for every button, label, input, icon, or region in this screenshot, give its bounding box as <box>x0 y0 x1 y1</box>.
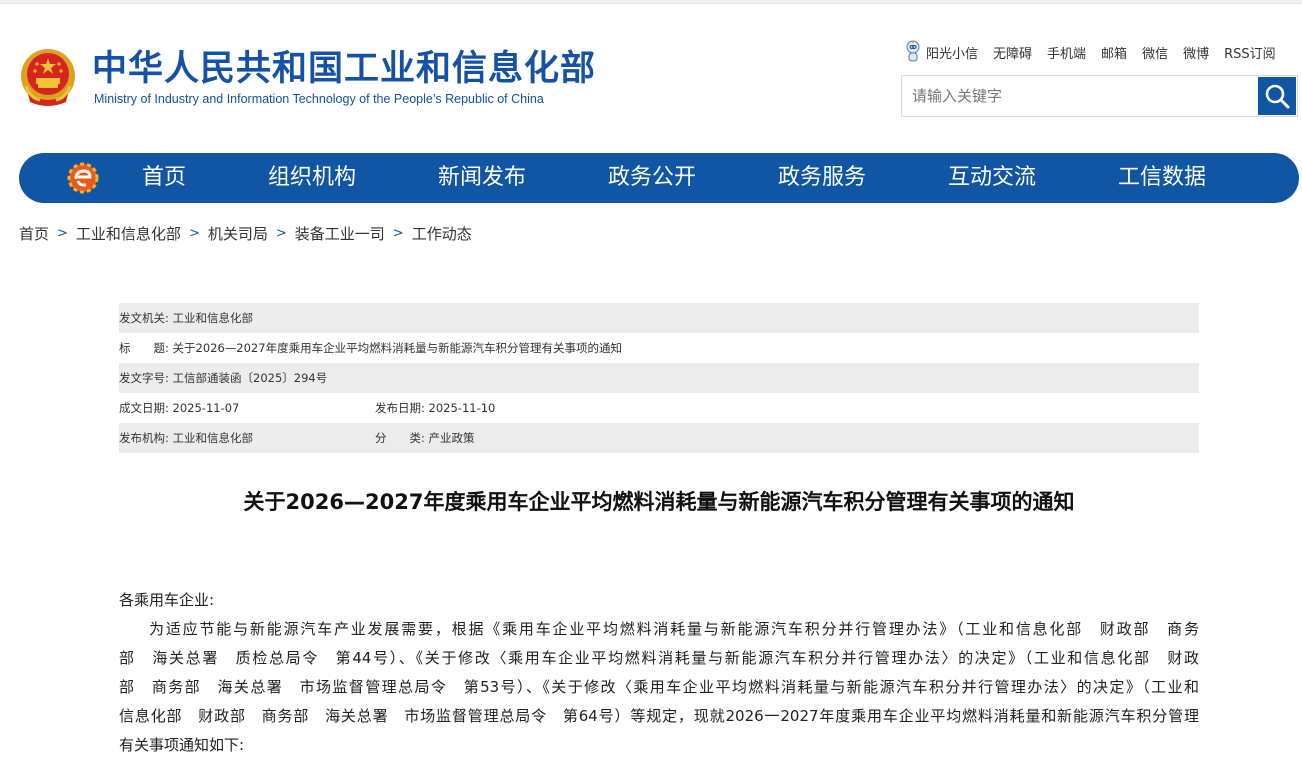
nav-government-affairs[interactable]: 政务公开 <box>608 153 696 203</box>
meta-label: 分 类: <box>375 431 425 445</box>
breadcrumb-home[interactable]: 首页 <box>19 223 49 244</box>
breadcrumb-work-news[interactable]: 工作动态 <box>412 223 472 244</box>
main-nav: 首页 组织机构 新闻发布 政务公开 政务服务 互动交流 工信数据 <box>19 153 1299 203</box>
top-border <box>0 0 1302 4</box>
search-input[interactable] <box>902 76 1258 116</box>
search-icon <box>1265 84 1290 109</box>
link-accessibility[interactable]: 无障碍 <box>993 43 1032 62</box>
article-title: 关于2026—2027年度乘用车企业平均燃料消耗量与新能源汽车积分管理有关事项的… <box>243 490 1075 514</box>
meta-issuer: 工业和信息化部 <box>172 311 254 325</box>
article-line: 部 商务部 海关总署 市场监督管理总局令 第53号）、《关于修改〈乘用车企业平均… <box>119 678 1199 696</box>
link-sunshine[interactable]: 阳光小信 <box>926 43 978 62</box>
article-line: 信息化部 财政部 商务部 海关总署 市场监督管理总局令 第64号）等规定，现就2… <box>119 707 1199 725</box>
meta-label: 成文日期: <box>119 401 169 415</box>
document-metadata: 发文机关: 工业和信息化部 标 题: 关于2026—2027年度乘用车企业平均燃… <box>119 303 1199 453</box>
site-title-english: Ministry of Industry and Information Tec… <box>94 92 544 106</box>
breadcrumb-departments[interactable]: 机关司局 <box>208 223 268 244</box>
breadcrumb: 首页 > 工业和信息化部 > 机关司局 > 装备工业一司 > 工作动态 <box>19 223 472 244</box>
meta-label: 发布机构: <box>119 431 169 445</box>
top-links: 阳光小信 无障碍 手机端 邮箱 微信 微博 RSS订阅 <box>904 40 1276 64</box>
meta-row-dates: 成文日期: 2025-11-07 发布日期: 2025-11-10 <box>119 393 1199 423</box>
link-weibo[interactable]: 微博 <box>1183 43 1209 62</box>
meta-org: 工业和信息化部 <box>172 431 254 445</box>
meta-label: 发文字号: <box>119 371 169 385</box>
article-line: 有关事项通知如下: <box>119 736 245 754</box>
link-email[interactable]: 邮箱 <box>1101 43 1127 62</box>
meta-row-issuer: 发文机关: 工业和信息化部 <box>119 303 1199 333</box>
meta-row-docno: 发文字号: 工信部通装函〔2025〕294号 <box>119 363 1199 393</box>
article-salutation: 各乘用车企业: <box>119 591 215 609</box>
article-body: 各乘用车企业: 为适应节能与新能源汽车产业发展需要，根据《乘用车企业平均燃料消耗… <box>119 586 1199 760</box>
link-wechat[interactable]: 微信 <box>1142 43 1168 62</box>
site-title[interactable]: 中华人民共和国工业和信息化部 <box>92 46 596 92</box>
nav-data[interactable]: 工信数据 <box>1118 153 1206 203</box>
nav-news[interactable]: 新闻发布 <box>438 153 526 203</box>
miit-logo-icon <box>67 162 99 194</box>
meta-label: 发布日期: <box>375 401 425 415</box>
search-button[interactable] <box>1258 77 1296 115</box>
breadcrumb-separator: > <box>275 226 287 241</box>
link-mobile[interactable]: 手机端 <box>1047 43 1086 62</box>
national-emblem-icon <box>21 49 75 106</box>
meta-label: 发文机关: <box>119 311 169 325</box>
article-line: 为适应节能与新能源汽车产业发展需要，根据《乘用车企业平均燃料消耗量与新能源汽车积… <box>149 620 1199 638</box>
meta-docno: 工信部通装函〔2025〕294号 <box>172 371 328 385</box>
breadcrumb-separator: > <box>57 226 68 241</box>
breadcrumb-separator: > <box>188 226 200 241</box>
nav-government-services[interactable]: 政务服务 <box>778 153 866 203</box>
breadcrumb-miit[interactable]: 工业和信息化部 <box>76 223 181 244</box>
meta-row-org: 发布机构: 工业和信息化部 分 类: 产业政策 <box>119 423 1199 453</box>
meta-title: 关于2026—2027年度乘用车企业平均燃料消耗量与新能源汽车积分管理有关事项的… <box>172 341 623 355</box>
meta-published-date: 2025-11-10 <box>428 401 496 415</box>
meta-category: 产业政策 <box>428 431 475 445</box>
meta-created-date: 2025-11-07 <box>172 401 240 415</box>
robot-icon <box>906 40 920 62</box>
link-rss[interactable]: RSS订阅 <box>1224 43 1276 62</box>
search-box <box>901 75 1298 117</box>
meta-label: 标 题: <box>119 341 169 355</box>
meta-row-title: 标 题: 关于2026—2027年度乘用车企业平均燃料消耗量与新能源汽车积分管理… <box>119 333 1199 363</box>
nav-interaction[interactable]: 互动交流 <box>948 153 1036 203</box>
breadcrumb-equipment-dept[interactable]: 装备工业一司 <box>295 223 385 244</box>
breadcrumb-separator: > <box>392 226 404 241</box>
nav-organization[interactable]: 组织机构 <box>268 153 356 203</box>
article-line: 部 海关总署 质检总局令 第44号）、《关于修改〈乘用车企业平均燃料消耗量与新能… <box>119 649 1199 667</box>
nav-home[interactable]: 首页 <box>142 153 186 203</box>
